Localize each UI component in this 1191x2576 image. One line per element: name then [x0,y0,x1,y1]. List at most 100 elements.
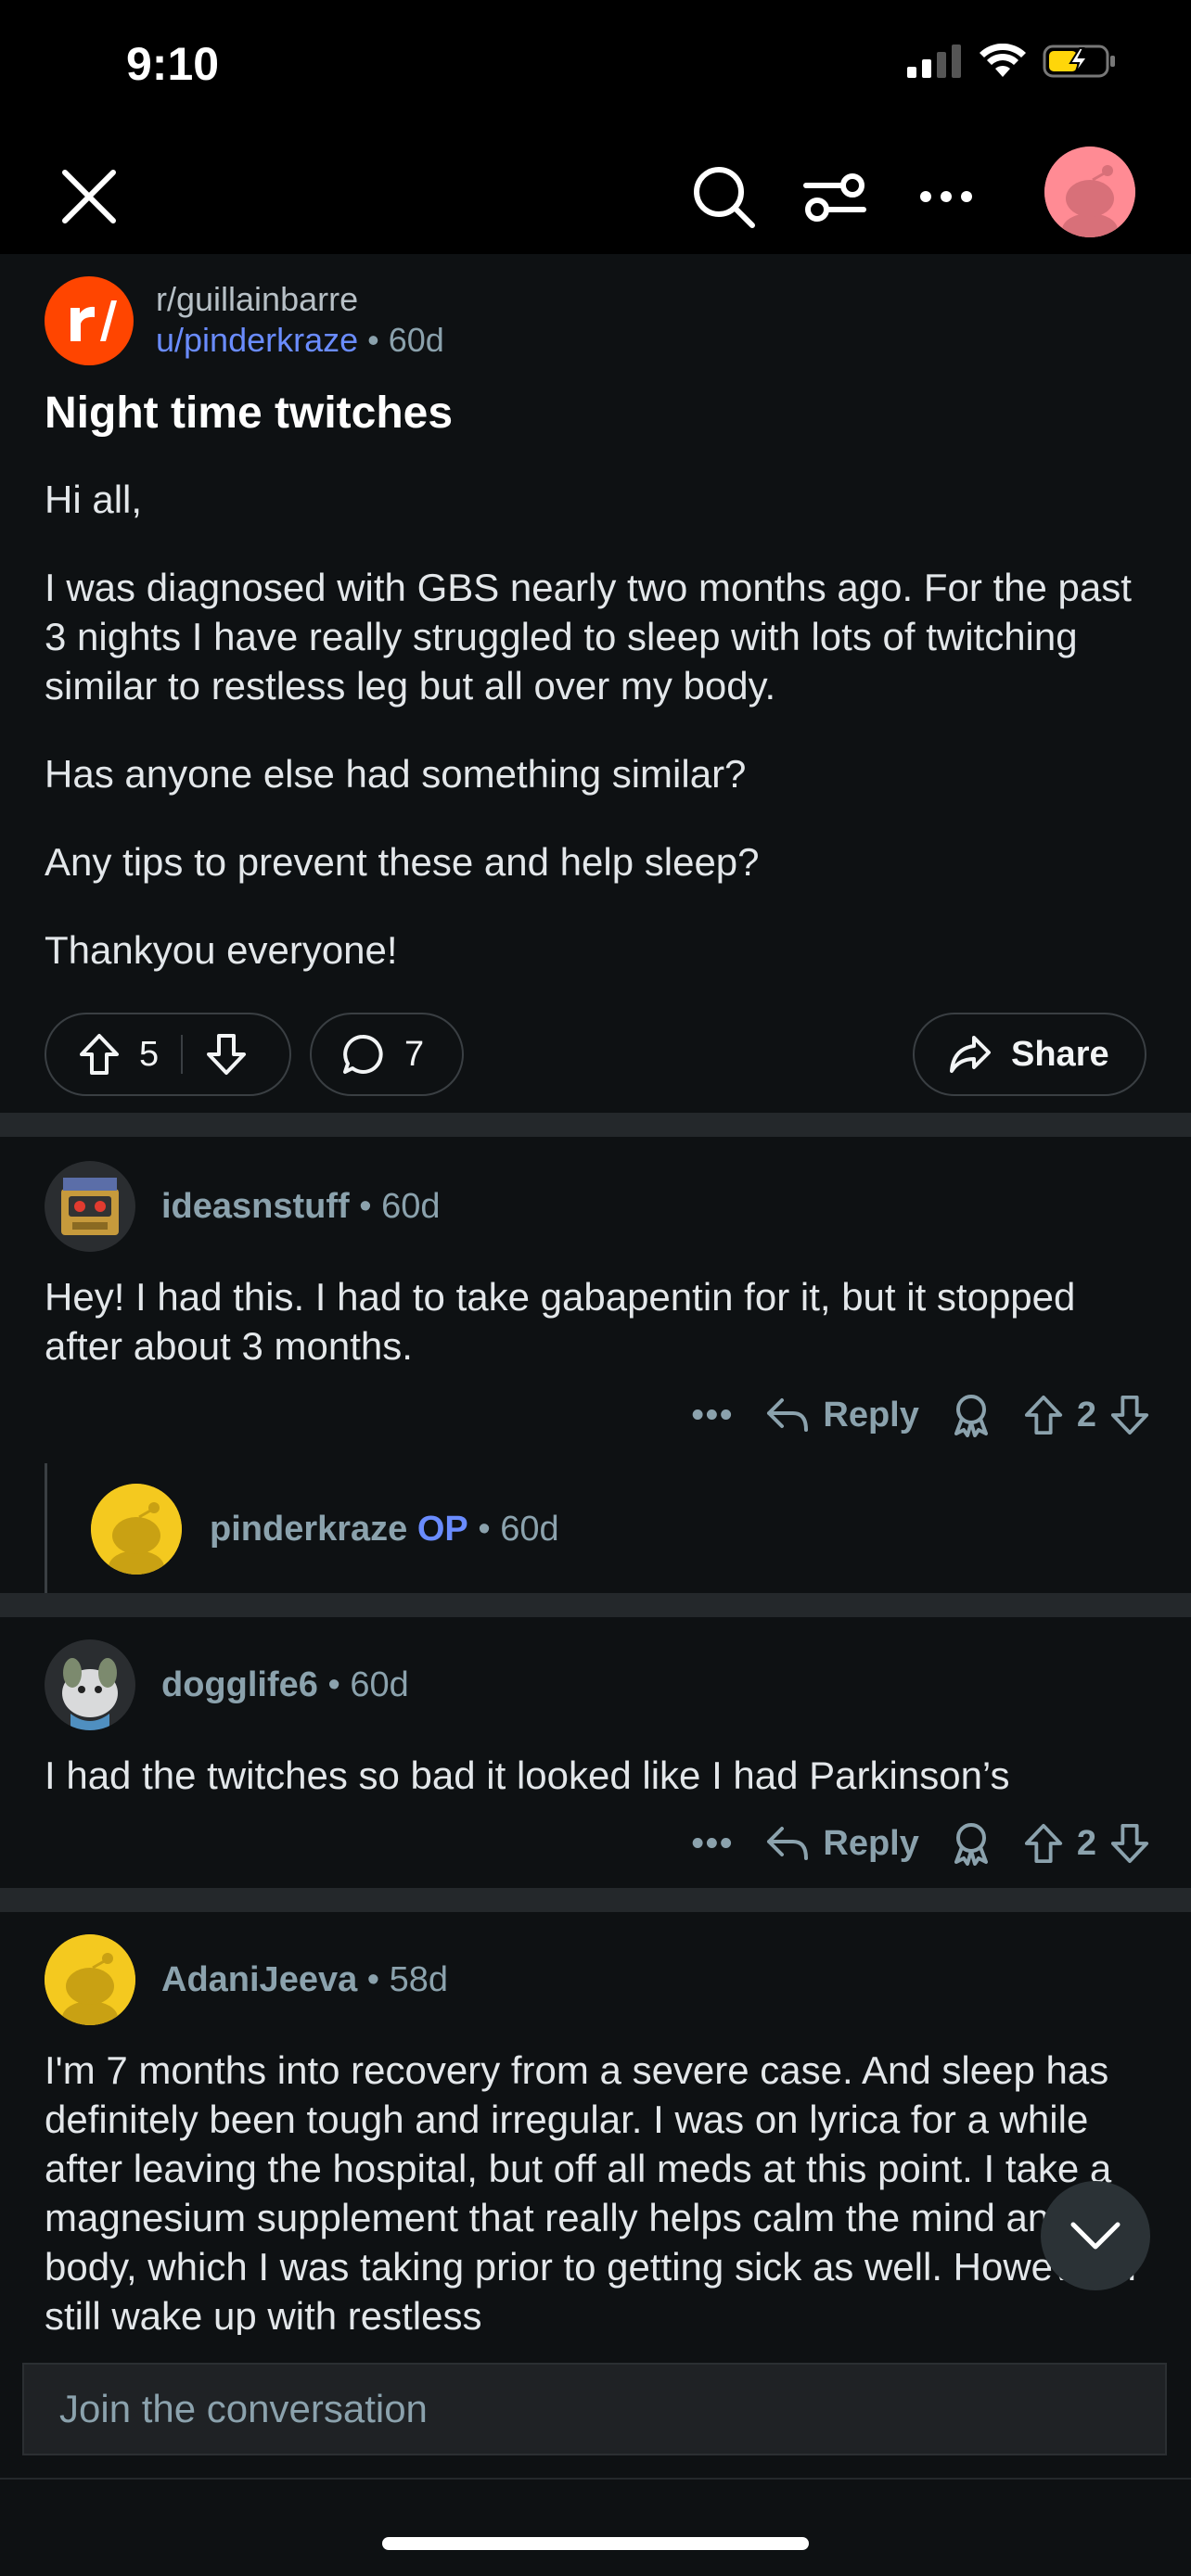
thread-line [45,1463,47,1593]
reply-age: 60d [500,1510,559,1549]
status-bar: 9:10 [0,0,1191,139]
comment-author[interactable]: AdaniJeeva • 58d [161,1960,448,2000]
snoo-avatar-icon [1044,147,1135,237]
next-comment-button[interactable] [1041,2181,1150,2290]
subreddit-icon[interactable] [45,276,134,365]
post-body: Hi all, I was diagnosed with GBS nearly … [45,475,1148,1014]
share-button[interactable]: Share [913,1013,1146,1096]
reply-label: Reply [823,1395,919,1435]
comment-more-button[interactable]: ••• [691,1824,734,1864]
sort-button[interactable] [796,158,874,236]
comment-vote: 2 [1023,1394,1150,1436]
comment-avatar[interactable] [45,1161,135,1252]
reddit-r-logo-icon [70,300,117,341]
meta-separator: • [317,1665,351,1704]
comment-age: 60d [350,1665,409,1704]
comment-icon-wrap [341,1033,384,1076]
award-icon[interactable] [951,1821,992,1866]
comment-username[interactable]: AdaniJeeva [161,1960,357,1999]
post-title: Night time twitches [45,389,454,438]
reply-username[interactable]: pinderkraze [210,1510,407,1549]
bottom-separator [0,2478,1191,2480]
comment-more-button[interactable]: ••• [691,1396,734,1435]
reply-icon [767,1398,809,1432]
upvote-icon [80,1034,119,1075]
reply-button[interactable]: Reply [765,1395,919,1435]
status-time: 9:10 [126,38,220,90]
section-divider [0,1113,1191,1137]
upvote-icon[interactable] [1023,1822,1064,1865]
comment-avatar[interactable] [45,1934,135,2025]
meta-separator: • [349,1187,382,1226]
section-divider [0,1888,1191,1912]
comment-username[interactable]: ideasnstuff [161,1187,350,1226]
subreddit-name[interactable]: r/guillainbarre [156,280,358,319]
meta-separator: • [357,1960,390,1999]
post-comment-count: 7 [404,1034,425,1074]
post-age: 60d [388,321,444,359]
status-icons [907,43,1117,80]
comment-actions: ••• Reply 2 [691,1821,1150,1866]
more-options-button[interactable] [907,158,985,236]
sort-icon [803,173,866,222]
search-icon [694,167,755,228]
comment-username[interactable]: dogglife6 [161,1665,318,1704]
downvote-icon[interactable] [1109,1394,1150,1436]
comment-age: 58d [389,1960,449,1999]
share-label: Share [1011,1034,1109,1074]
comments-button[interactable]: 7 [310,1013,464,1096]
post-meta: u/pinderkraze • 60d [156,321,444,360]
comment-vote: 2 [1023,1822,1150,1865]
post-paragraph: Thankyou everyone! [45,928,398,972]
more-icon [920,191,972,202]
upvote-icon[interactable] [1023,1394,1064,1436]
wifi-icon [980,44,1026,77]
section-divider [0,1593,1191,1617]
upvote-button[interactable] [78,1032,121,1077]
reply-avatar[interactable] [91,1484,182,1575]
comment-body: I'm 7 months into recovery from a severe… [45,2048,1138,2335]
meta-separator: • [467,1510,501,1549]
downvote-icon[interactable] [1109,1822,1150,1865]
snoo-avatar-icon [91,1484,182,1575]
op-badge: OP [416,1510,468,1549]
robot-avatar-icon [45,1161,135,1252]
close-button[interactable] [50,158,128,236]
comment-body: Hey! I had this. I had to take gabapenti… [45,1275,1076,1368]
signal-icon [907,45,961,78]
dog-avatar-icon [45,1639,135,1730]
reply-button[interactable]: Reply [765,1823,919,1864]
snoo-avatar-icon [45,1934,135,2025]
post-paragraph: I was diagnosed with GBS nearly two mont… [45,566,1132,708]
post-paragraph: Hi all, [45,478,143,521]
comment-body: I had the twitches so bad it looked like… [45,1753,1010,1797]
post: r/guillainbarre u/pinderkraze • 60d Nigh… [0,254,1191,1113]
downvote-button[interactable] [205,1032,248,1077]
join-conversation-input[interactable]: Join the conversation [22,2363,1167,2455]
battery-charging-icon [1043,45,1115,78]
comment-actions: ••• Reply 2 [691,1393,1150,1437]
search-button[interactable] [685,158,762,236]
comment-icon [343,1034,383,1074]
comment-vote-count: 2 [1076,1823,1096,1863]
vote-pill: 5 [45,1013,291,1096]
share-icon [950,1036,991,1073]
reply-icon [767,1827,809,1860]
top-bar [0,139,1191,254]
home-indicator[interactable] [382,2537,809,2550]
user-avatar[interactable] [1044,147,1135,237]
share-icon-wrap [948,1034,992,1075]
comment-age: 60d [381,1187,441,1226]
award-icon[interactable] [951,1393,992,1437]
post-paragraph: Has anyone else had something similar? [45,752,747,796]
downvote-icon [207,1034,247,1075]
comment-author[interactable]: dogglife6 • 60d [161,1665,409,1705]
post-author[interactable]: u/pinderkraze [156,321,358,359]
comment-author[interactable]: ideasnstuff • 60d [161,1187,441,1227]
post-vote-count: 5 [139,1034,160,1074]
meta-separator: • [367,321,389,359]
vote-divider [181,1035,184,1074]
reply-label: Reply [823,1823,919,1863]
reply-author[interactable]: pinderkraze OP • 60d [210,1510,559,1549]
comment-avatar[interactable] [45,1639,135,1730]
